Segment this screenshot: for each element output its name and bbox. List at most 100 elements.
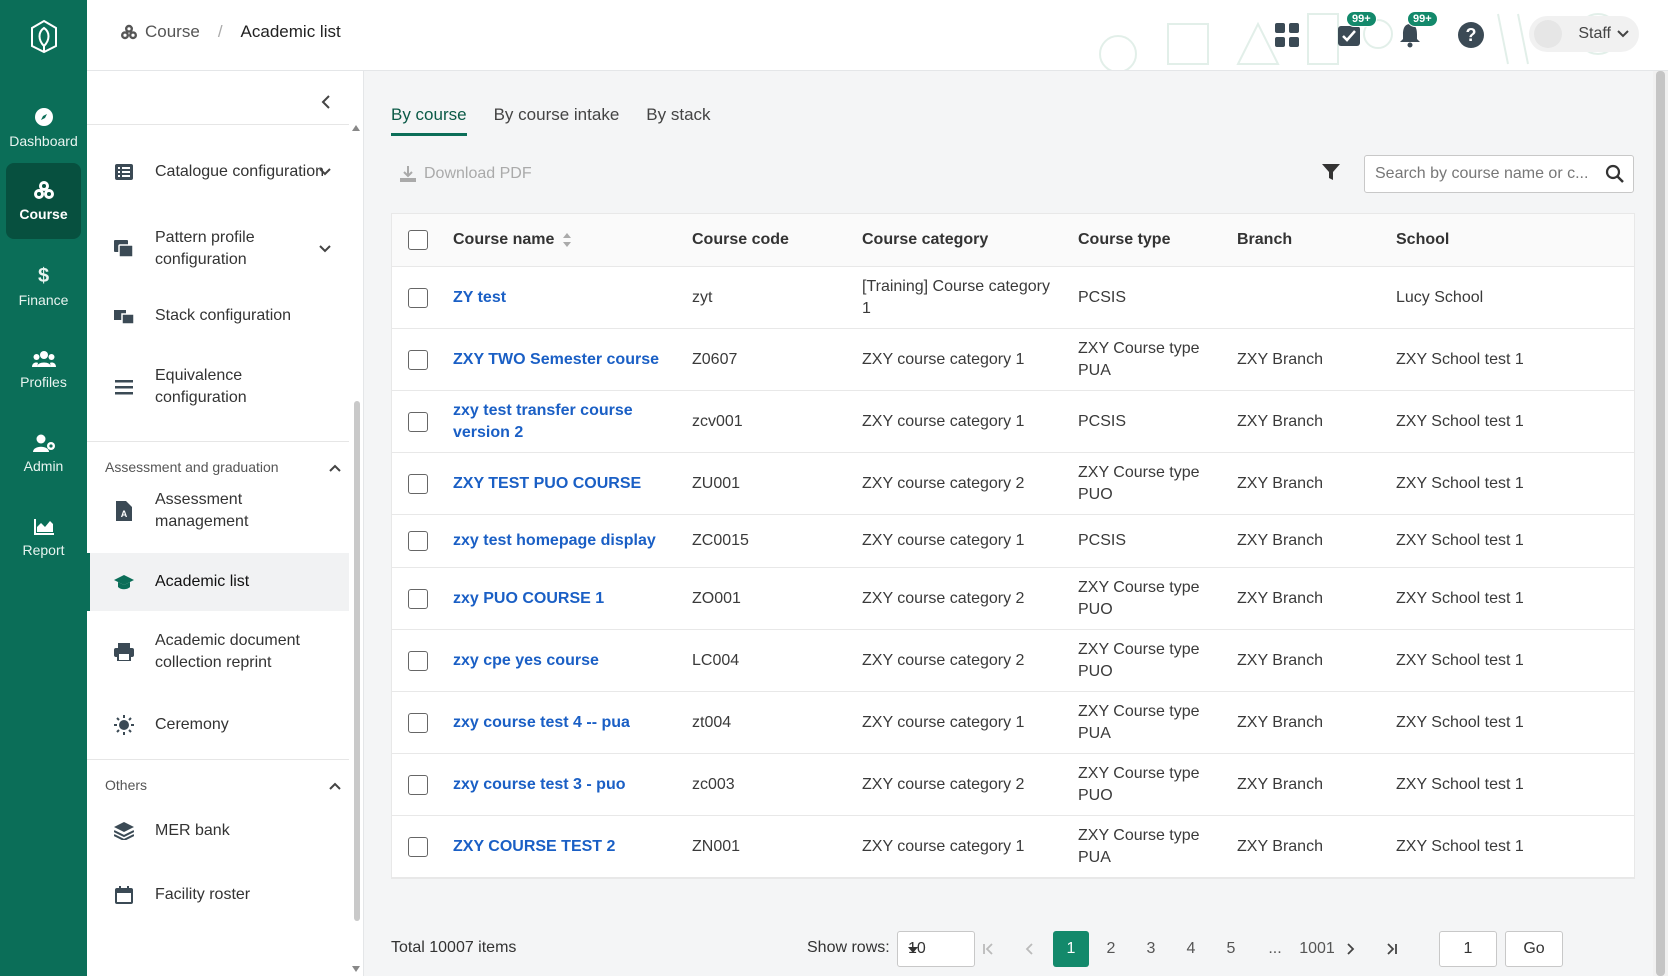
row-checkbox[interactable] — [408, 411, 428, 432]
column-header-branch: Branch — [1237, 231, 1293, 248]
user-menu[interactable]: Staff — [1529, 16, 1639, 52]
list-icon — [113, 164, 135, 180]
course-name-link[interactable]: zxy course test 3 - puo — [453, 774, 673, 796]
view-tabs: By course By course intake By stack — [391, 105, 711, 136]
show-rows-label: Show rows: — [807, 939, 890, 956]
column-header-course-name[interactable]: Course name — [453, 229, 673, 251]
tab-by-course[interactable]: By course — [391, 105, 467, 136]
section-assessment-and-graduation[interactable]: Assessment and graduation — [105, 457, 343, 477]
next-page-button[interactable] — [1333, 931, 1369, 967]
user-name: Staff — [1578, 25, 1611, 42]
rail-label: Profiles — [20, 374, 67, 390]
course-type-cell: ZXY Course type PUO — [1078, 463, 1200, 503]
section-others[interactable]: Others — [105, 775, 343, 795]
rows-per-page-select[interactable]: 10 — [897, 931, 975, 967]
row-checkbox[interactable] — [408, 531, 428, 551]
app-logo[interactable] — [0, 14, 87, 58]
rail-label: Course — [19, 206, 68, 222]
search-icon[interactable] — [1605, 164, 1625, 189]
rail-finance[interactable]: $ Finance — [6, 248, 81, 324]
collapse-sidebar-button[interactable] — [321, 95, 331, 114]
breadcrumb-course[interactable]: Course — [120, 22, 200, 42]
course-name-link[interactable]: zxy test transfer course version 2 — [453, 400, 673, 444]
page-button[interactable]: 3 — [1133, 931, 1169, 967]
page-button[interactable]: 4 — [1173, 931, 1209, 967]
school-cell: ZXY School test 1 — [1396, 412, 1524, 430]
tasks-button[interactable]: 99+ — [1334, 11, 1377, 50]
row-checkbox[interactable] — [408, 836, 428, 857]
page-button[interactable]: 2 — [1093, 931, 1129, 967]
caret-down-icon — [908, 947, 918, 953]
first-page-button[interactable] — [971, 931, 1007, 967]
course-name-link[interactable]: ZXY TEST PUO COURSE — [453, 473, 673, 495]
sun-icon — [113, 715, 135, 735]
row-checkbox[interactable] — [408, 774, 428, 795]
filter-icon[interactable] — [1321, 162, 1341, 187]
page-button[interactable]: 5 — [1213, 931, 1249, 967]
sidebar-item-ceremony[interactable]: Ceremony — [87, 705, 349, 745]
prev-page-button[interactable] — [1011, 931, 1047, 967]
page-button[interactable]: 1 — [1053, 931, 1089, 967]
first-page-icon — [983, 943, 993, 955]
chart-icon — [33, 519, 54, 535]
row-checkbox[interactable] — [408, 588, 428, 609]
course-type-cell: ZXY Course type PUO — [1078, 640, 1200, 680]
course-name-link[interactable]: zxy PUO COURSE 1 — [453, 588, 673, 610]
tab-by-stack[interactable]: By stack — [646, 105, 710, 136]
sidebar-scrollbar[interactable] — [349, 123, 363, 976]
sidebar-item-assessment-management[interactable]: A Assessment management — [87, 489, 349, 533]
compass-icon — [34, 108, 53, 126]
rail-profiles[interactable]: Profiles — [6, 332, 81, 408]
notifications-button[interactable]: 99+ — [1395, 11, 1438, 50]
search-input[interactable] — [1375, 165, 1593, 183]
row-checkbox[interactable] — [408, 712, 428, 733]
last-page-button[interactable] — [1373, 931, 1409, 967]
course-name-link[interactable]: zxy test homepage display — [453, 530, 673, 552]
sidebar-item-catalogue-configuration[interactable]: Catalogue configuration — [87, 150, 349, 194]
select-all-checkbox[interactable] — [408, 230, 428, 250]
row-checkbox[interactable] — [408, 473, 428, 494]
course-name-link[interactable]: zxy cpe yes course — [453, 650, 673, 672]
branch-cell: ZXY Branch — [1237, 350, 1323, 368]
column-header-school: School — [1396, 231, 1450, 248]
main-scrollbar[interactable] — [1653, 71, 1668, 976]
sidebar-item-stack-configuration[interactable]: Stack configuration — [87, 296, 349, 336]
document-icon: A — [113, 501, 135, 521]
sidebar-item-label: Academic list — [155, 573, 250, 590]
rail-admin[interactable]: Admin — [6, 416, 81, 492]
rail-label: Admin — [23, 458, 64, 474]
tab-by-course-intake[interactable]: By course intake — [494, 105, 620, 136]
sidebar-item-academic-document-collection-reprint[interactable]: Academic document collection reprint — [87, 630, 349, 674]
course-name-link[interactable]: ZY test — [453, 287, 673, 309]
course-code-cell: ZC0015 — [692, 532, 749, 549]
rail-dashboard[interactable]: Dashboard — [6, 90, 81, 166]
help-icon[interactable]: ? — [1456, 20, 1486, 50]
sidebar-item-equivalence-configuration[interactable]: Equivalence configuration — [87, 365, 349, 409]
sort-icon[interactable] — [562, 232, 572, 248]
download-pdf-button[interactable]: Download PDF — [400, 165, 532, 183]
sidebar-item-mer-bank[interactable]: MER bank — [87, 811, 349, 851]
course-name-link[interactable]: ZXY TWO Semester course — [453, 349, 673, 371]
apps-grid-icon[interactable] — [1272, 20, 1302, 50]
course-type-cell: ZXY Course type PUO — [1078, 578, 1200, 618]
sidebar-item-academic-list[interactable]: Academic list — [87, 553, 349, 611]
goto-page-input[interactable]: 1 — [1439, 931, 1497, 967]
go-button[interactable]: Go — [1505, 931, 1563, 967]
sidebar-item-label: MER bank — [155, 822, 230, 839]
school-cell: ZXY School test 1 — [1396, 474, 1524, 492]
row-checkbox[interactable] — [408, 287, 428, 308]
school-cell: Lucy School — [1396, 288, 1484, 306]
breadcrumb-current: Academic list — [240, 22, 341, 41]
rail-report[interactable]: Report — [6, 500, 81, 576]
course-table: Course name Course code Course category … — [391, 213, 1635, 879]
course-category-cell: [Training] Course category 1 — [862, 277, 1050, 317]
course-name-link[interactable]: ZXY COURSE TEST 2 — [453, 836, 673, 858]
row-checkbox[interactable] — [408, 650, 428, 671]
table-row: zxy cpe yes course LC004 ZXY course catego… — [392, 630, 1634, 692]
school-cell: ZXY School test 1 — [1396, 350, 1524, 368]
sidebar-item-pattern-profile-configuration[interactable]: Pattern profile configuration — [87, 227, 349, 271]
rail-course[interactable]: Course — [6, 163, 81, 239]
course-name-link[interactable]: zxy course test 4 -- pua — [453, 712, 673, 734]
row-checkbox[interactable] — [408, 349, 428, 370]
sidebar-item-facility-roster[interactable]: Facility roster — [87, 875, 349, 915]
